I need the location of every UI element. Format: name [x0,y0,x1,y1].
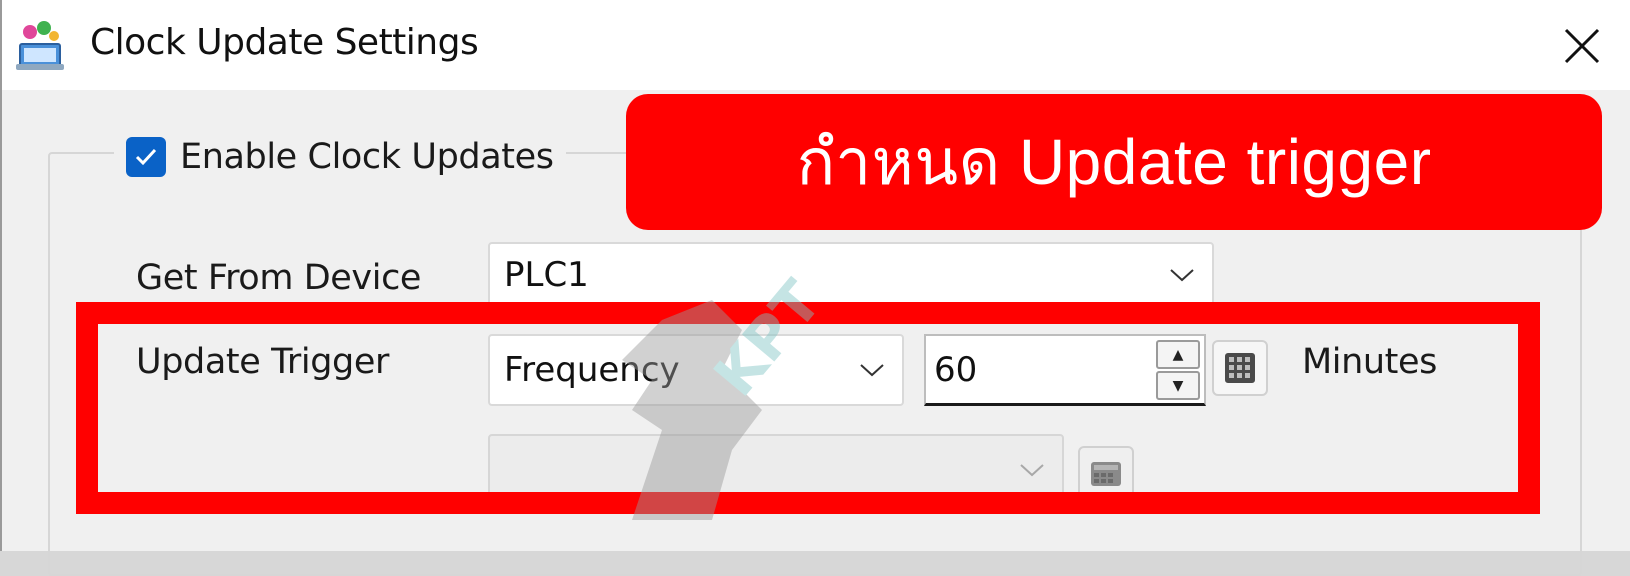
enable-clock-updates-label: Enable Clock Updates [180,137,554,177]
enable-clock-updates-checkbox[interactable]: Enable Clock Updates [114,130,566,184]
annotation-callout: กำหนด Update trigger [626,94,1602,230]
title-bar: Clock Update Settings [2,0,1630,90]
window-title: Clock Update Settings [90,22,479,63]
close-button[interactable] [1554,20,1610,72]
clock-update-settings-dialog: Clock Update Settings Enable Clock Updat… [0,0,1630,576]
app-settings-icon [14,18,70,72]
annotation-text: กำหนด Update trigger [796,126,1432,198]
device-select[interactable]: PLC1 [488,242,1214,308]
device-select-value: PLC1 [504,255,589,295]
checkmark-icon [135,148,157,166]
chevron-down-icon [1152,244,1212,306]
checkbox-checked[interactable] [126,137,166,177]
update-trigger-highlight-box [76,302,1540,514]
get-from-device-label: Get From Device [136,258,422,298]
close-icon [1564,28,1600,64]
